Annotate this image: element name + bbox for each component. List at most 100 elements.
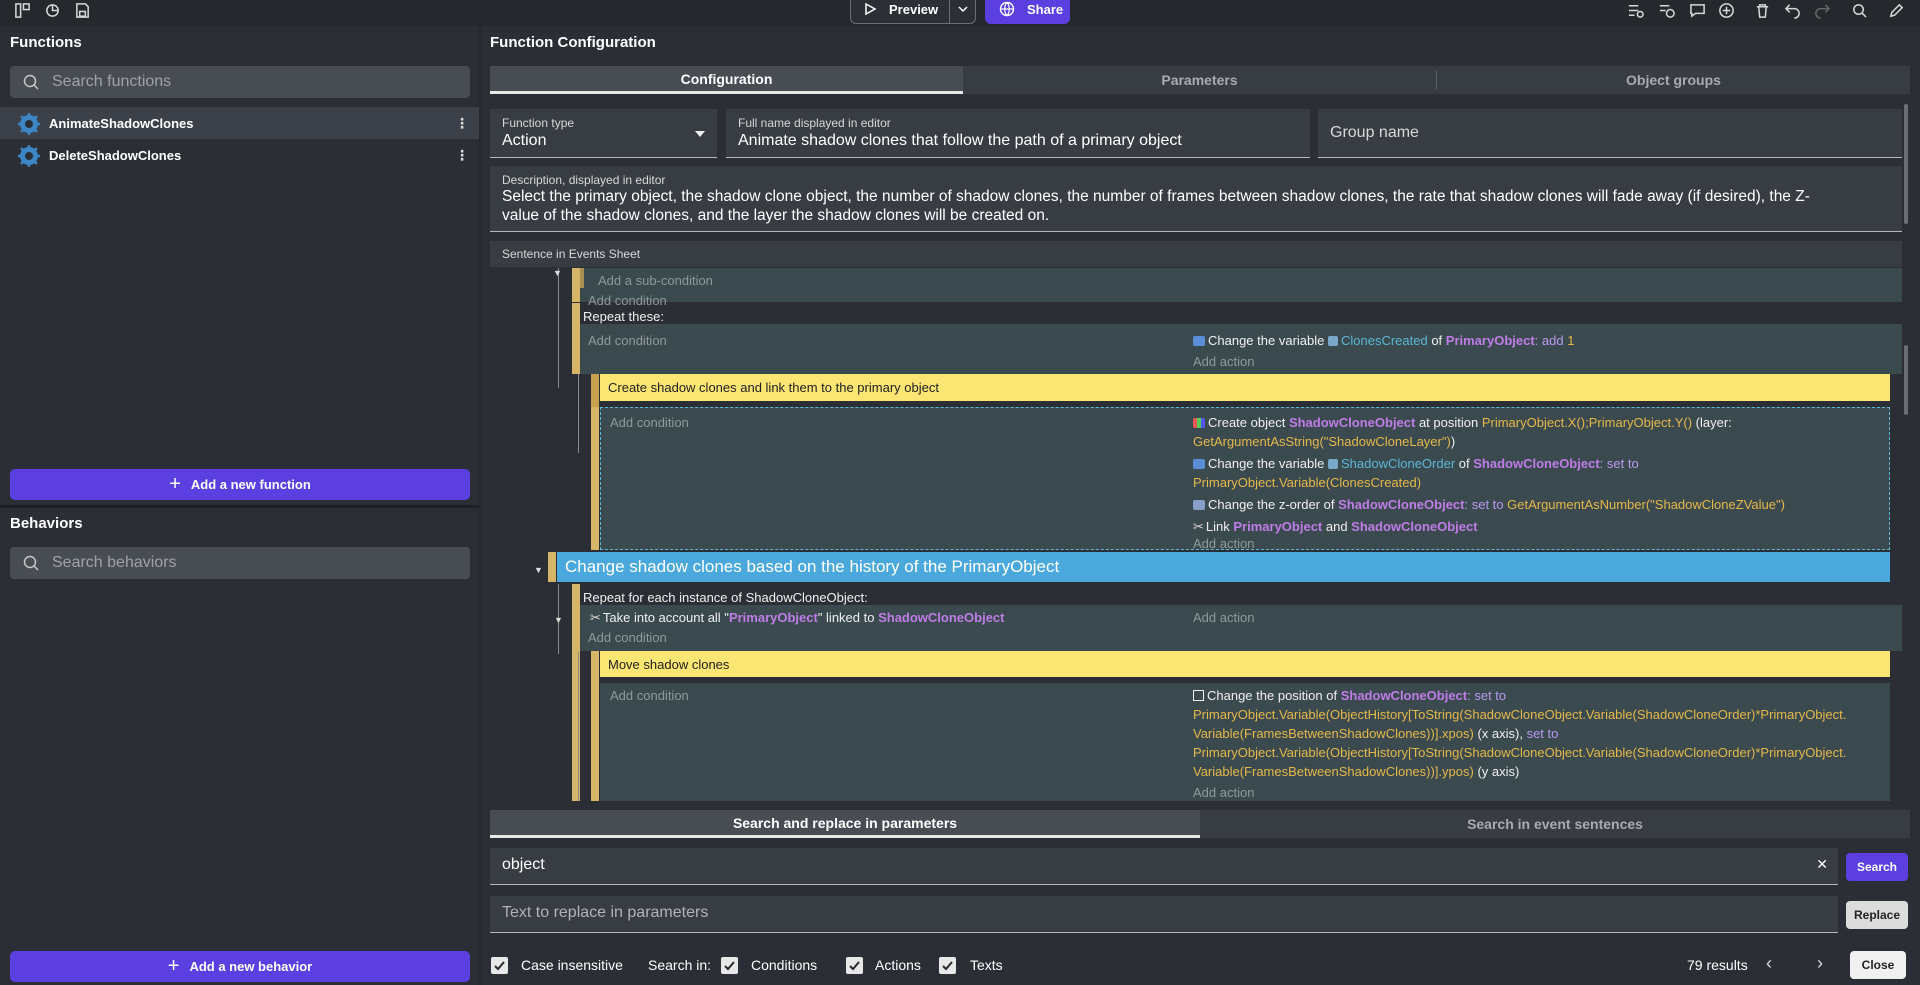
tab-parameters[interactable]: Parameters xyxy=(963,66,1436,94)
tab-object-groups[interactable]: Object groups xyxy=(1437,66,1910,94)
results-count: 79 results xyxy=(1687,957,1748,973)
collapse-chevron-icon[interactable]: ▼ xyxy=(553,268,562,278)
comment-create-clones[interactable]: Create shadow clones and link them to th… xyxy=(600,374,1890,401)
action-position-x-expr[interactable]: PrimaryObject.Variable(ObjectHistory[ToS… xyxy=(1193,707,1846,722)
tab-search-replace[interactable]: Search and replace in parameters xyxy=(490,810,1200,838)
function-item[interactable]: AnimateShadowClones ⋮ xyxy=(0,107,479,139)
more-options-icon[interactable]: ⋮ xyxy=(455,115,469,132)
action-change-zorder[interactable]: Change the z-order of ShadowCloneObject:… xyxy=(1193,497,1785,512)
previous-result-icon[interactable]: ‹ xyxy=(1766,953,1772,974)
project-manager-icon[interactable] xyxy=(42,1,62,19)
behaviors-search-input[interactable]: Search behaviors xyxy=(10,547,470,579)
preview-button[interactable]: Preview xyxy=(850,0,976,24)
collapse-chevron-icon[interactable]: ▼ xyxy=(534,565,543,575)
texts-checkbox[interactable] xyxy=(939,957,956,974)
events-scrollbar[interactable] xyxy=(1904,345,1908,415)
add-icon[interactable] xyxy=(1716,1,1736,19)
replace-input[interactable]: Text to replace in parameters xyxy=(490,896,1838,933)
add-event-icon[interactable] xyxy=(1625,1,1645,19)
scissors-icon: ✂ xyxy=(590,610,601,625)
function-gear-icon xyxy=(18,145,40,167)
behaviors-title: Behaviors xyxy=(10,515,83,532)
comment-text: Create shadow clones and link them to th… xyxy=(608,380,939,395)
action-change-variable[interactable]: Change the variable ShadowCloneOrder of … xyxy=(1193,456,1639,471)
add-condition-link[interactable]: Add condition xyxy=(588,333,667,348)
function-type-value: Action xyxy=(502,132,547,149)
chevron-down-icon[interactable] xyxy=(957,3,969,15)
variable-icon xyxy=(1327,336,1338,346)
sentence-field[interactable]: Sentence in Events Sheet xyxy=(490,241,1902,267)
conditions-checkbox[interactable] xyxy=(721,957,738,974)
position-icon xyxy=(1193,690,1204,701)
texts-label: Texts xyxy=(970,957,1003,973)
tab-configuration[interactable]: Configuration xyxy=(490,66,963,94)
next-result-icon[interactable]: › xyxy=(1817,953,1823,974)
clear-icon[interactable]: ✕ xyxy=(1816,856,1828,873)
action-change-variable[interactable]: Change the variable ClonesCreated of Pri… xyxy=(1193,333,1574,348)
action-change-position[interactable]: Change the position of ShadowCloneObject… xyxy=(1193,688,1506,703)
add-condition-link[interactable]: Add condition xyxy=(588,630,667,645)
panel-divider xyxy=(0,505,479,508)
event-bar xyxy=(572,303,580,374)
add-condition-link[interactable]: Add condition xyxy=(610,688,689,703)
add-subcondition-link[interactable]: Add a sub-condition xyxy=(598,273,713,288)
add-comment-icon[interactable] xyxy=(1687,1,1707,19)
add-condition-link[interactable]: Add condition xyxy=(610,415,689,430)
functions-search-input[interactable]: Search functions xyxy=(10,66,470,98)
save-icon[interactable] xyxy=(72,1,92,19)
action-link-objects[interactable]: ✂ Link PrimaryObject and ShadowCloneObjec… xyxy=(1193,519,1478,535)
case-insensitive-checkbox[interactable] xyxy=(491,957,508,974)
add-function-button[interactable]: + Add a new function xyxy=(10,469,470,500)
actions-checkbox[interactable] xyxy=(846,957,863,974)
share-button[interactable]: Share xyxy=(985,0,1070,24)
edit-icon[interactable] xyxy=(1886,1,1906,19)
action-position-y-expr[interactable]: Variable(FramesBetweenShadowClones))].yp… xyxy=(1193,764,1519,779)
comment-move-clones[interactable]: Move shadow clones xyxy=(600,651,1890,677)
add-action-link[interactable]: Add action xyxy=(1193,610,1254,625)
search-input-value: object xyxy=(502,856,545,873)
replace-button[interactable]: Replace xyxy=(1846,901,1908,929)
config-title: Function Configuration xyxy=(490,34,656,51)
case-insensitive-label: Case insensitive xyxy=(521,957,623,973)
function-item[interactable]: DeleteShadowClones ⋮ xyxy=(0,139,479,171)
group-history[interactable]: Change shadow clones based on the histor… xyxy=(557,552,1890,582)
add-behavior-button[interactable]: + Add a new behavior xyxy=(10,951,470,982)
action-change-variable-value[interactable]: PrimaryObject.Variable(ClonesCreated) xyxy=(1193,475,1421,490)
add-action-link[interactable]: Add action xyxy=(1193,354,1254,369)
action-create-object[interactable]: Create object ShadowCloneObject at posit… xyxy=(1193,415,1732,430)
function-type-select[interactable]: Function type Action xyxy=(490,109,717,158)
condition-take-into-account[interactable]: ✂ Take into account all "PrimaryObject" l… xyxy=(590,610,1004,626)
more-options-icon[interactable]: ⋮ xyxy=(455,147,469,164)
sentence-label: Sentence in Events Sheet xyxy=(502,247,641,261)
add-condition-link[interactable]: Add condition xyxy=(588,293,667,308)
add-subevent-icon[interactable] xyxy=(1656,1,1676,19)
collapse-chevron-icon[interactable]: ▼ xyxy=(554,615,563,625)
layout-icon[interactable] xyxy=(12,1,32,19)
event-bar xyxy=(580,268,584,288)
tree-line xyxy=(578,368,579,453)
tab-search-sentences[interactable]: Search in event sentences xyxy=(1200,810,1910,838)
scissors-icon: ✂ xyxy=(1193,519,1204,534)
undo-icon[interactable] xyxy=(1782,1,1802,19)
action-position-x-expr[interactable]: Variable(FramesBetweenShadowClones))].xp… xyxy=(1193,726,1558,741)
search-button[interactable]: Search xyxy=(1846,853,1908,881)
add-action-link[interactable]: Add action xyxy=(1193,785,1254,800)
preview-label: Preview xyxy=(889,1,939,17)
full-name-field[interactable]: Full name displayed in editor Animate sh… xyxy=(726,109,1310,158)
search-icon xyxy=(23,74,39,90)
config-scrollbar[interactable] xyxy=(1904,104,1908,224)
description-field[interactable]: Description, displayed in editor Select … xyxy=(490,166,1902,232)
function-name: DeleteShadowClones xyxy=(49,147,182,163)
group-title: Change shadow clones based on the histor… xyxy=(565,557,1060,576)
close-button[interactable]: Close xyxy=(1850,951,1906,979)
search-icon[interactable] xyxy=(1849,1,1869,19)
checkmark-icon xyxy=(494,961,505,971)
action-position-y-expr[interactable]: PrimaryObject.Variable(ObjectHistory[ToS… xyxy=(1193,745,1846,760)
group-name-field[interactable]: Group name xyxy=(1318,109,1902,158)
search-input[interactable]: object ✕ xyxy=(490,848,1838,885)
add-action-link[interactable]: Add action xyxy=(1193,536,1254,551)
events-sheet[interactable]: ▼ Add a sub-condition Add condition Repe… xyxy=(490,268,1902,801)
redo-icon[interactable] xyxy=(1812,1,1832,19)
delete-icon[interactable] xyxy=(1752,1,1772,19)
action-create-object-layer[interactable]: GetArgumentAsString("ShadowCloneLayer")) xyxy=(1193,434,1455,449)
